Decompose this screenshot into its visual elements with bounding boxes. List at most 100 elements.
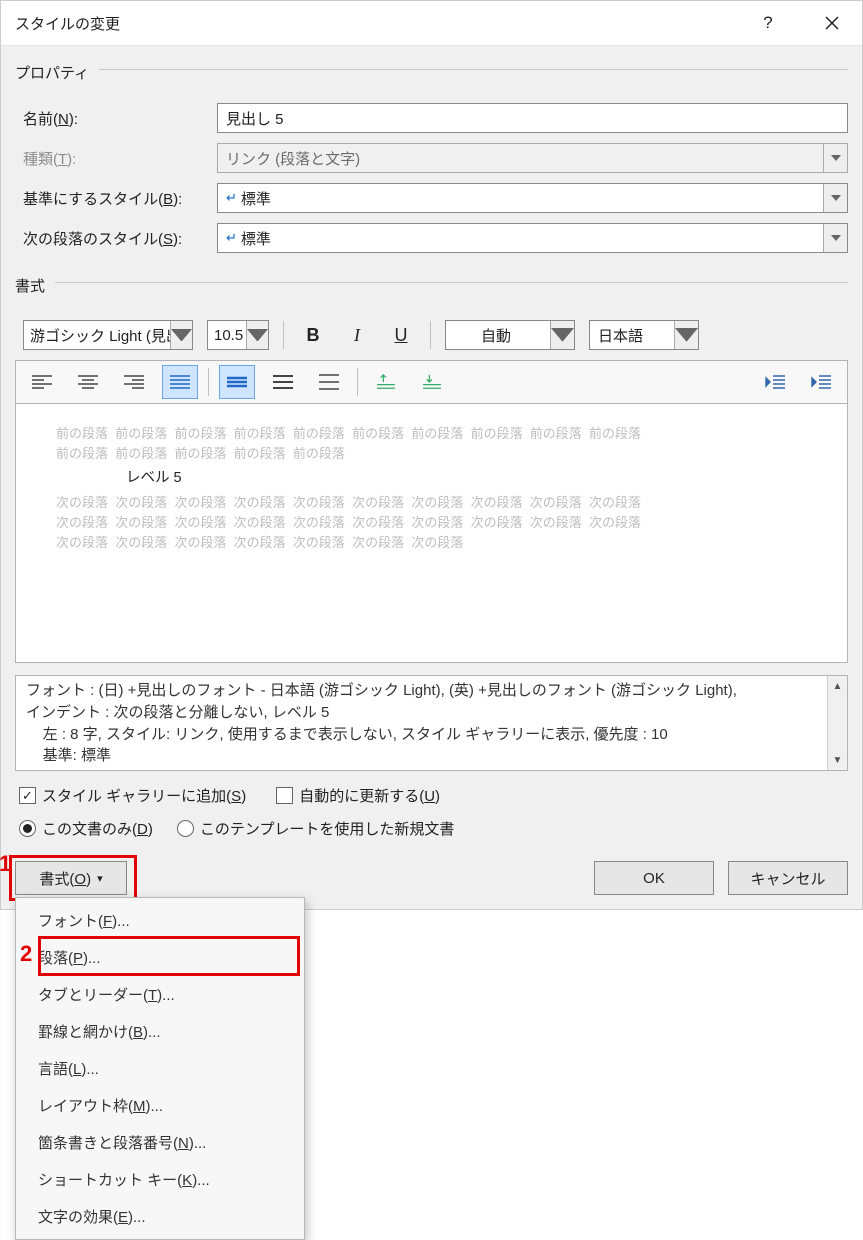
radio-unchecked-icon	[177, 820, 194, 837]
separator	[357, 368, 358, 396]
align-justify-button[interactable]	[162, 365, 198, 399]
align-right-button[interactable]	[116, 365, 152, 399]
menu-item-border[interactable]: 罫線と網かけ(B)...	[16, 1013, 304, 1050]
title-bar-buttons: ?	[748, 7, 852, 39]
font-color-combo[interactable]: 自動	[445, 320, 575, 350]
annotation-1: 1	[0, 851, 11, 877]
help-button[interactable]: ?	[748, 7, 788, 39]
menu-item-language[interactable]: 言語(L)...	[16, 1050, 304, 1087]
font-color-value: 自動	[481, 325, 511, 346]
chevron-down-icon[interactable]	[823, 224, 847, 252]
title-bar: スタイルの変更 ?	[1, 1, 862, 46]
format-heading: 書式	[15, 275, 45, 296]
bold-button[interactable]: B	[298, 320, 328, 350]
format-heading-row: 書式	[15, 269, 848, 306]
space-before-decrease-button[interactable]	[414, 365, 450, 399]
scroll-up-icon[interactable]: ▲	[828, 676, 847, 696]
type-combo: リンク (段落と文字)	[217, 143, 848, 173]
font-name-combo[interactable]: 游ゴシック Light (見出	[23, 320, 193, 350]
desc-line: フォント : (日) +見出しのフォント - 日本語 (游ゴシック Light)…	[26, 680, 825, 702]
prev-paragraph-text: 前の段落 前の段落 前の段落 前の段落 前の段落	[56, 444, 807, 464]
align-center-button[interactable]	[70, 365, 106, 399]
language-value: 日本語	[598, 325, 643, 346]
space-before-increase-button[interactable]	[368, 365, 404, 399]
next-style-label: 次の段落のスタイル(S):	[15, 228, 205, 249]
this-document-only-radio[interactable]: この文書のみ(D)	[19, 818, 153, 839]
divider	[99, 69, 848, 70]
close-button[interactable]	[812, 7, 852, 39]
chevron-down-icon[interactable]	[823, 184, 847, 212]
menu-item-paragraph[interactable]: 段落(P)...	[16, 939, 304, 976]
menu-item-texteffects[interactable]: 文字の効果(E)...	[16, 1198, 304, 1235]
divider	[55, 282, 848, 283]
next-paragraph-text: 次の段落 次の段落 次の段落 次の段落 次の段落 次の段落 次の段落 次の段落 …	[56, 493, 807, 513]
base-style-value: 標準	[241, 188, 271, 209]
paragraph-toolbar	[15, 360, 848, 403]
annotation-2: 2	[20, 941, 32, 967]
auto-update-checkbox[interactable]: 自動的に更新する(U)	[276, 785, 440, 806]
close-icon	[825, 16, 839, 30]
this-document-only-label: この文書のみ(D)	[42, 818, 153, 839]
pilcrow-icon: ↵	[226, 190, 237, 206]
line-spacing-1-button[interactable]	[219, 365, 255, 399]
format-menu-wrap: 1 書式(O) ▾ フォント(F)... 2 段落(P)... タブとリーダー(…	[15, 861, 127, 895]
format-menu-button[interactable]: 書式(O) ▾	[15, 861, 127, 895]
underline-button[interactable]: U	[386, 320, 416, 350]
dialog-title: スタイルの変更	[15, 13, 120, 34]
name-label: 名前(N):	[15, 108, 205, 129]
chevron-down-icon	[823, 144, 847, 172]
font-size-combo[interactable]: 10.5	[207, 320, 269, 350]
base-style-combo[interactable]: ↵ 標準	[217, 183, 848, 213]
checkbox-unchecked-icon	[276, 787, 293, 804]
separator	[430, 321, 431, 349]
ok-button[interactable]: OK	[594, 861, 714, 895]
auto-update-label: 自動的に更新する(U)	[299, 785, 440, 806]
decrease-indent-button[interactable]	[757, 365, 793, 399]
format-menu: フォント(F)... 2 段落(P)... タブとリーダー(T)... 罫線と網…	[15, 897, 305, 1240]
menu-item-shortcut[interactable]: ショートカット キー(K)...	[16, 1161, 304, 1198]
type-label: 種類(T):	[15, 148, 205, 169]
increase-indent-button[interactable]	[803, 365, 839, 399]
next-style-combo[interactable]: ↵ 標準	[217, 223, 848, 253]
italic-button[interactable]: I	[342, 320, 372, 350]
dialog-body: プロパティ 名前(N): 見出し 5 種類(T): リンク (段落と文字) 基準…	[1, 46, 862, 909]
ok-cancel-row: OK キャンセル	[594, 861, 848, 895]
properties-heading: プロパティ	[15, 62, 89, 83]
cancel-button[interactable]: キャンセル	[728, 861, 848, 895]
style-description-text: フォント : (日) +見出しのフォント - 日本語 (游ゴシック Light)…	[26, 680, 825, 766]
caret-down-icon: ▾	[97, 872, 103, 885]
chevron-down-icon[interactable]	[170, 321, 192, 349]
style-description: フォント : (日) +見出しのフォント - 日本語 (游ゴシック Light)…	[15, 675, 848, 771]
menu-item-bullets[interactable]: 箇条書きと段落番号(N)...	[16, 1124, 304, 1161]
name-input[interactable]: 見出し 5	[217, 103, 848, 133]
font-size-value: 10.5	[214, 327, 243, 344]
name-row: 名前(N): 見出し 5	[15, 103, 848, 133]
chevron-down-icon[interactable]	[674, 321, 698, 349]
scroll-track[interactable]	[828, 696, 847, 750]
desc-line: 基準: 標準	[26, 745, 825, 766]
scroll-down-icon[interactable]: ▼	[828, 750, 847, 770]
chevron-down-icon[interactable]	[246, 321, 268, 349]
next-paragraph-text: 次の段落 次の段落 次の段落 次の段落 次の段落 次の段落 次の段落 次の段落 …	[56, 513, 807, 533]
next-style-value: 標準	[241, 228, 271, 249]
menu-item-font[interactable]: フォント(F)...	[16, 902, 304, 939]
chevron-down-icon[interactable]	[550, 321, 574, 349]
language-combo[interactable]: 日本語	[589, 320, 699, 350]
font-name-value: 游ゴシック Light (見出	[30, 325, 181, 346]
base-row: 基準にするスタイル(B): ↵ 標準	[15, 183, 848, 213]
menu-item-frame[interactable]: レイアウト枠(M)...	[16, 1087, 304, 1124]
line-spacing-15-button[interactable]	[265, 365, 301, 399]
radio-checked-icon	[19, 820, 36, 837]
type-row: 種類(T): リンク (段落と文字)	[15, 143, 848, 173]
menu-item-tabs[interactable]: タブとリーダー(T)...	[16, 976, 304, 1013]
checkbox-row: ✓ スタイル ギャラリーに追加(S) 自動的に更新する(U)	[15, 785, 848, 806]
checkbox-checked-icon: ✓	[19, 787, 36, 804]
line-spacing-2-button[interactable]	[311, 365, 347, 399]
new-documents-template-radio[interactable]: このテンプレートを使用した新規文書	[177, 818, 455, 839]
radio-row: この文書のみ(D) このテンプレートを使用した新規文書	[15, 818, 848, 839]
pilcrow-icon: ↵	[226, 230, 237, 246]
align-left-button[interactable]	[24, 365, 60, 399]
bottom-button-row: 1 書式(O) ▾ フォント(F)... 2 段落(P)... タブとリーダー(…	[15, 861, 848, 895]
add-to-gallery-checkbox[interactable]: ✓ スタイル ギャラリーに追加(S)	[19, 785, 246, 806]
scrollbar[interactable]: ▲ ▼	[827, 676, 847, 770]
